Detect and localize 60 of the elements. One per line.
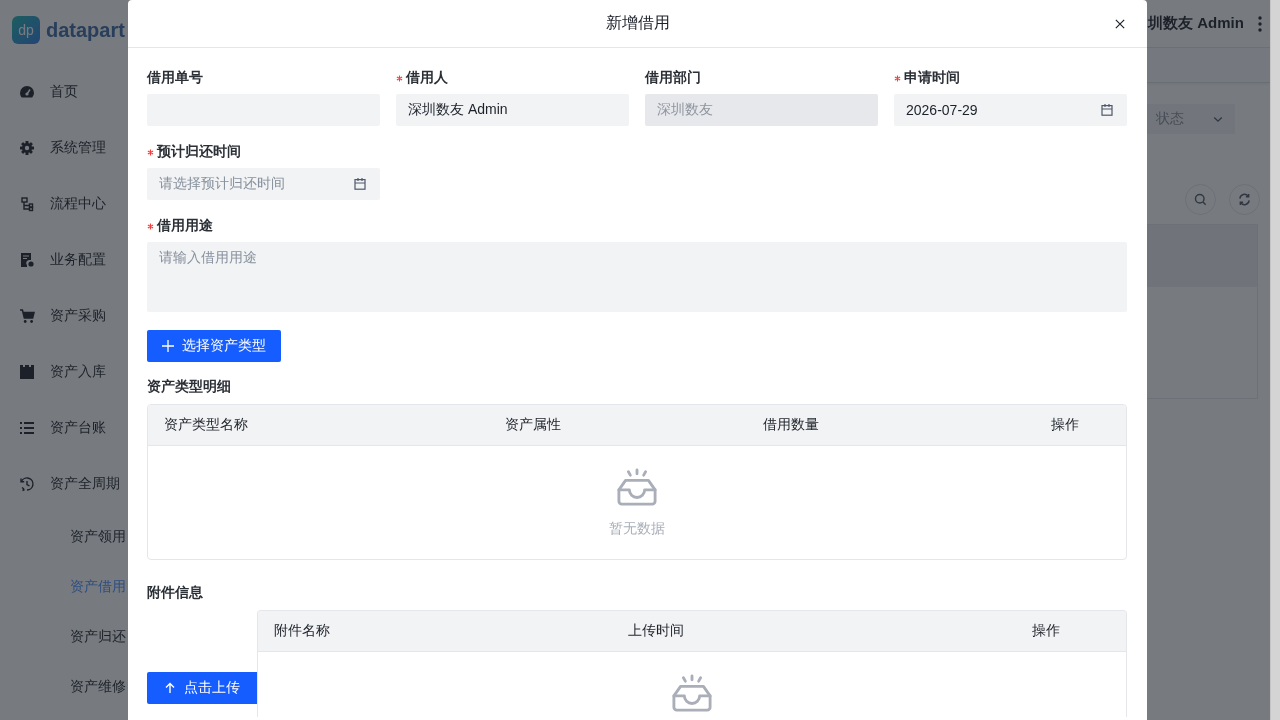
refresh-icon [1238,193,1251,206]
plus-icon [162,340,174,352]
brand-name: datapart [46,18,125,42]
date-field[interactable]: 2026-07-29 [894,94,1127,126]
upload-button[interactable]: 点击上传 [147,672,257,704]
logo-mark: dp [12,16,40,44]
dialog-title: 新增借用 [605,13,670,33]
column-header: 资产类型名称 [164,416,248,434]
column-header: 上传时间 [628,622,684,640]
upload-icon [164,682,176,694]
more-icon[interactable] [1258,15,1262,32]
field-label: 借用用途 [157,217,213,235]
menu-item[interactable]: 业务配置 [0,232,108,288]
date-field[interactable]: 请选择预计归还时间 [147,168,380,200]
menu-item[interactable]: 系统管理 [0,120,108,176]
textarea-field[interactable]: 请输入借用用途 [147,242,1127,312]
column-header: 借用数量 [763,416,819,434]
film-icon [19,364,35,380]
field-label: 借用部门 [645,69,701,87]
submenu-item[interactable]: 资产维修 [0,662,128,712]
submenu-item[interactable]: 资产归还 [0,612,128,662]
field-label: 预计归还时间 [157,143,241,161]
calendar-icon [354,178,366,190]
menu-item[interactable]: 资产台账 [0,400,108,456]
menu-item[interactable]: 首页 [0,64,80,120]
calendar-icon [1101,104,1113,116]
history-icon [19,476,35,492]
chevron-down-icon [1213,115,1223,123]
text-field[interactable]: 深圳数友 Admin [396,94,629,126]
scrollbar-track[interactable] [1270,0,1280,720]
search-icon [1194,193,1207,206]
field-label: 申请时间 [904,69,960,87]
menu-item[interactable]: 资产全周期 [0,456,122,512]
user-name: 圳数友 Admin [1148,14,1244,33]
field-label: 借用单号 [147,69,203,87]
column-header: 操作 [1032,622,1060,640]
list-icon [19,420,35,436]
menu-item[interactable]: 资产入库 [0,344,108,400]
column-header: 附件名称 [274,622,330,640]
search-button[interactable] [1185,184,1216,215]
cart-icon [19,308,35,324]
column-header: 资产属性 [505,416,561,434]
flow-icon [19,196,35,212]
submenu-item[interactable]: 资产领用 [0,512,128,562]
column-header: 操作 [1051,416,1079,434]
close-icon[interactable] [1115,18,1125,29]
section-title: 附件信息 [147,583,203,602]
gauge-icon [19,84,35,100]
empty-tray-icon [671,674,713,714]
refresh-button[interactable] [1229,184,1260,215]
gear-icon [19,140,35,156]
empty-text: 暂无数据 [609,520,665,538]
menu-item[interactable]: 流程中心 [0,176,108,232]
field-label: 借用人 [406,69,448,87]
select-asset-type-button[interactable]: 选择资产类型 [147,330,281,362]
submenu-item[interactable]: 资产借用 [0,562,128,612]
menu-item[interactable]: 资产采购 [0,288,108,344]
empty-tray-icon [616,468,658,508]
section-title: 资产类型明细 [147,377,231,396]
document-icon [19,252,35,268]
